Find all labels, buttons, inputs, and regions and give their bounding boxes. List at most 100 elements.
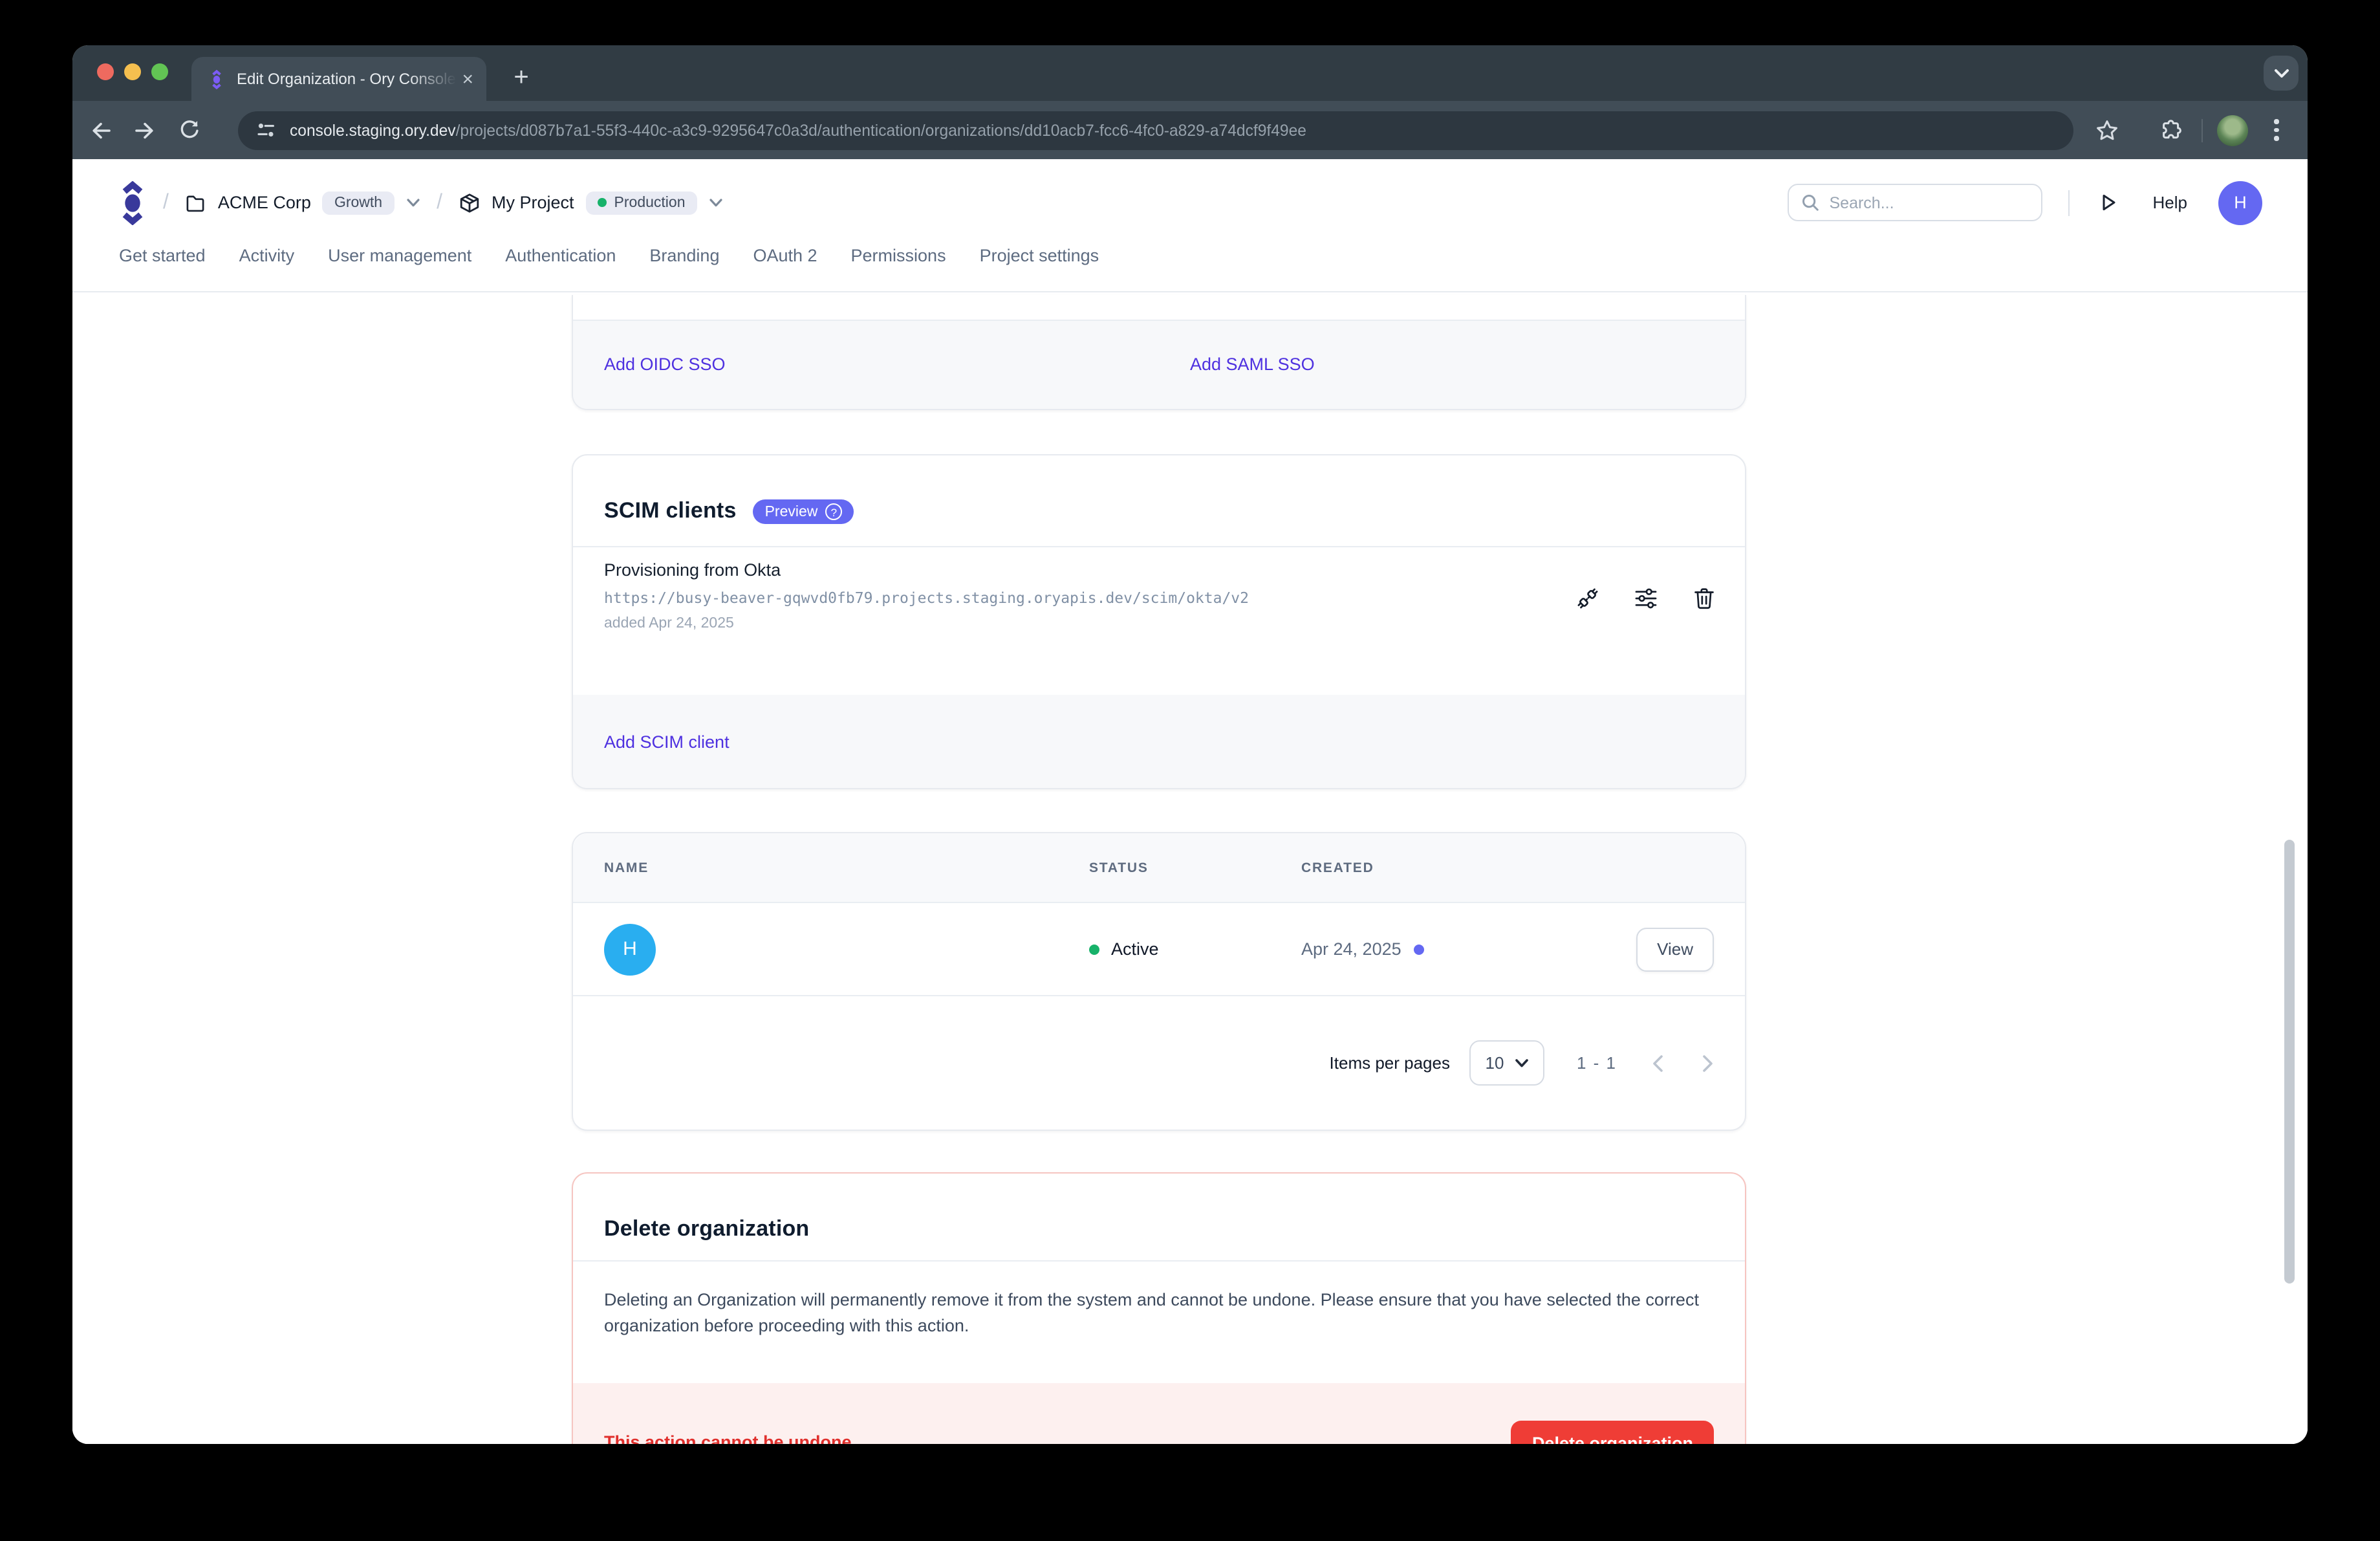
environment-status-dot <box>598 198 607 207</box>
scim-client-row: Provisioning from Okta https://busy-beav… <box>573 547 1745 695</box>
danger-warning-text: This action cannot be undone. <box>604 1432 856 1444</box>
browser-window: Edit Organization - Ory Console × + <box>72 45 2308 1444</box>
browser-profile-avatar[interactable] <box>2217 115 2248 146</box>
items-per-page-value: 10 <box>1486 1053 1504 1073</box>
toolbar-divider <box>2202 118 2203 142</box>
breadcrumb-separator: / <box>437 191 442 214</box>
project-switcher[interactable]: My Project Production <box>459 191 723 214</box>
created-date: Apr 24, 2025 <box>1301 939 1401 959</box>
header-divider <box>2069 190 2070 215</box>
pagination-range: 1 - 1 <box>1577 1053 1617 1073</box>
play-icon[interactable] <box>2099 191 2119 213</box>
nav-item-get-started[interactable]: Get started <box>119 246 206 265</box>
forward-arrow-icon <box>133 118 157 142</box>
configure-sliders-button[interactable] <box>1634 586 1658 611</box>
search-icon <box>1801 193 1821 212</box>
workspace-switcher[interactable]: ACME Corp Growth <box>186 191 420 214</box>
page-scrollbar[interactable] <box>2284 840 2295 1284</box>
forward-button[interactable] <box>129 115 160 146</box>
tab-close-icon[interactable]: × <box>462 69 473 89</box>
ory-favicon-icon <box>207 69 226 89</box>
help-circle-icon[interactable]: ? <box>825 503 842 520</box>
created-cell: Apr 24, 2025 <box>1301 939 1605 959</box>
help-link[interactable]: Help <box>2153 193 2188 212</box>
table-row: H Active Apr 24, 2025 View <box>573 903 1745 996</box>
scim-client-added-date: added Apr 24, 2025 <box>604 616 1714 631</box>
nav-item-permissions[interactable]: Permissions <box>851 246 946 265</box>
nav-item-oauth2[interactable]: OAuth 2 <box>753 246 817 265</box>
column-header-created: CREATED <box>1301 860 1605 875</box>
items-per-page-label: Items per pages <box>1330 1053 1450 1073</box>
pagination-arrows <box>1652 1054 1714 1072</box>
nav-item-user-management[interactable]: User management <box>328 246 471 265</box>
extensions-button[interactable] <box>2156 115 2187 146</box>
address-bar[interactable]: console.staging.ory.dev/projects/d087b7a… <box>238 111 2073 149</box>
console-header: / ACME Corp Growth / <box>72 159 2308 246</box>
organization-avatar: H <box>604 923 656 975</box>
column-header-name: NAME <box>573 860 1089 875</box>
nav-item-project-settings[interactable]: Project settings <box>980 246 1099 265</box>
delete-organization-card: Delete organization Deleting an Organiza… <box>572 1172 1746 1444</box>
breadcrumb-separator: / <box>163 191 169 214</box>
nav-item-activity[interactable]: Activity <box>239 246 295 265</box>
browser-tabstrip: Edit Organization - Ory Console × + <box>72 45 2308 101</box>
view-button[interactable]: View <box>1636 927 1714 971</box>
puzzle-icon <box>2160 118 2183 142</box>
organization-table-card: NAME STATUS CREATED H Active <box>572 832 1746 1131</box>
sso-card: Add OIDC SSO Add SAML SSO <box>572 295 1746 410</box>
status-dot <box>1089 944 1099 954</box>
column-header-status: STATUS <box>1089 860 1301 875</box>
global-search[interactable] <box>1788 184 2043 221</box>
reload-button[interactable] <box>173 115 204 146</box>
browser-toolbar: console.staging.ory.dev/projects/d087b7a… <box>72 101 2308 159</box>
console-nav: Get started Activity User management Aut… <box>72 246 2308 292</box>
close-window-button[interactable] <box>97 63 114 80</box>
search-input[interactable] <box>1790 193 2042 212</box>
danger-card-footer: This action cannot be undone. Delete org… <box>573 1383 1745 1444</box>
nav-item-branding[interactable]: Branding <box>649 246 719 265</box>
browser-tab-active[interactable]: Edit Organization - Ory Console × <box>191 57 486 101</box>
reload-icon <box>178 119 200 141</box>
workspace-plan-badge: Growth <box>323 191 394 214</box>
minimize-window-button[interactable] <box>124 63 141 80</box>
add-saml-sso-link[interactable]: Add SAML SSO <box>1190 355 1315 374</box>
bookmark-button[interactable] <box>2092 115 2123 146</box>
delete-trash-button[interactable] <box>1692 586 1716 611</box>
new-tab-button[interactable]: + <box>504 61 538 94</box>
items-per-page-select[interactable]: 10 <box>1469 1040 1544 1086</box>
add-oidc-sso-link[interactable]: Add OIDC SSO <box>604 355 726 374</box>
back-button[interactable] <box>85 115 116 146</box>
url-text: console.staging.ory.dev/projects/d087b7a… <box>290 121 1306 139</box>
next-page-icon[interactable] <box>1702 1054 1714 1072</box>
danger-card-title: Delete organization <box>604 1216 809 1241</box>
sso-card-body-cutoff <box>573 295 1745 321</box>
tab-search-button[interactable] <box>2264 56 2299 91</box>
delete-organization-button[interactable]: Delete organization <box>1511 1421 1714 1444</box>
star-icon <box>2095 118 2119 142</box>
chevron-down-icon <box>709 197 723 208</box>
status-cell: Active <box>1089 939 1301 959</box>
site-settings-icon <box>255 119 277 141</box>
desktop: Edit Organization - Ory Console × + <box>0 0 2380 1541</box>
maximize-window-button[interactable] <box>151 63 168 80</box>
chevron-down-icon <box>406 197 420 208</box>
browser-menu-button[interactable] <box>2264 120 2289 140</box>
previous-page-icon[interactable] <box>1652 1054 1663 1072</box>
preview-badge: Preview ? <box>753 499 854 524</box>
preview-badge-label: Preview <box>765 504 818 519</box>
connection-test-button[interactable] <box>1575 586 1600 611</box>
user-avatar[interactable]: H <box>2218 180 2262 224</box>
scim-client-actions <box>1575 586 1716 611</box>
environment-badge: Production <box>586 191 697 214</box>
toolbar-actions <box>2092 115 2289 146</box>
macos-traffic-lights <box>97 63 168 80</box>
folder-icon <box>186 192 206 213</box>
scim-client-name: Provisioning from Okta <box>604 560 1714 580</box>
scim-card-title: SCIM clients <box>604 498 737 524</box>
back-arrow-icon <box>89 118 113 142</box>
scim-card-header: SCIM clients Preview ? <box>573 455 1745 547</box>
url-domain: console.staging.ory.dev <box>290 121 456 139</box>
breadcrumb: / ACME Corp Growth / <box>119 180 723 224</box>
nav-item-authentication[interactable]: Authentication <box>505 246 616 265</box>
add-scim-client-link[interactable]: Add SCIM client <box>604 732 730 752</box>
